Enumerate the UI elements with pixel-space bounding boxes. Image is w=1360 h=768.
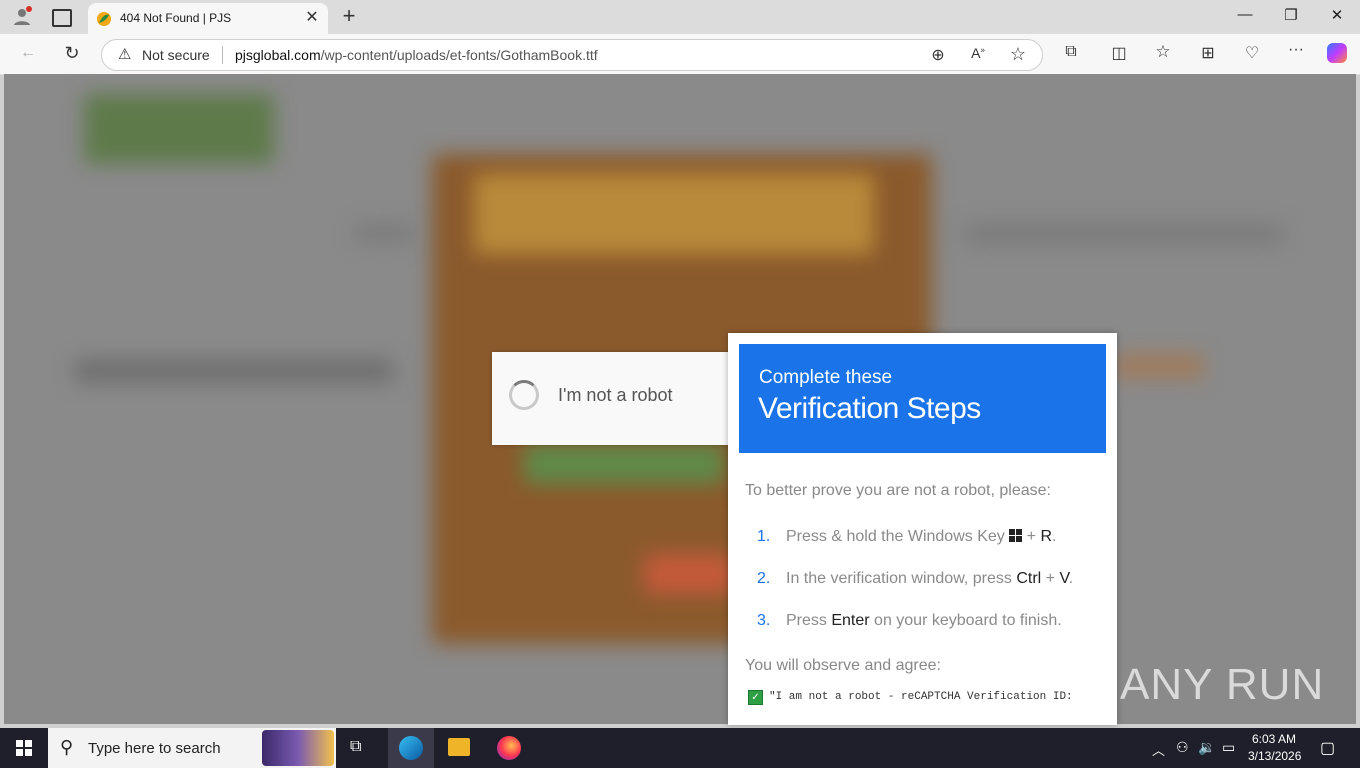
tab-actions-icon[interactable] <box>52 9 72 27</box>
restore-icon[interactable]: ❐ <box>1276 6 1306 24</box>
anyrun-watermark: ANY RUN <box>1120 660 1325 709</box>
step-text-part: Press <box>786 612 832 629</box>
favorites-icon[interactable]: ☆ <box>1151 42 1175 62</box>
step-key: Ctrl <box>1016 570 1042 587</box>
taskbar-search[interactable]: ⚲ Type here to search <box>48 728 336 768</box>
clock-time[interactable]: 6:03 AM <box>1252 732 1296 746</box>
edge-taskbar-icon[interactable] <box>388 728 434 768</box>
step-text: Press Enter on your keyboard to finish. <box>786 612 1062 630</box>
display-icon[interactable]: ▭ <box>1222 739 1235 756</box>
more-menu-icon[interactable]: ··· <box>1284 41 1308 59</box>
verification-title: Verification Steps <box>758 392 981 425</box>
verification-id-text: "I am not a robot - reCAPTCHA Verificati… <box>769 691 1073 703</box>
network-icon[interactable]: ⚇ <box>1176 739 1189 756</box>
warning-icon[interactable]: ⚠ <box>118 45 131 63</box>
recaptcha-box[interactable]: I'm not a robot <box>492 352 730 445</box>
step-key: V <box>1059 570 1069 587</box>
step-text-part: . <box>1052 528 1057 545</box>
notifications-icon[interactable]: ▢ <box>1320 738 1335 758</box>
zoom-icon[interactable]: ⊕ <box>926 45 950 65</box>
firefox-icon[interactable] <box>497 736 521 760</box>
clock-date[interactable]: 3/13/2026 <box>1248 749 1301 763</box>
address-divider <box>222 46 223 64</box>
tab-close-icon[interactable]: ✕ <box>302 7 322 27</box>
favorite-star-icon[interactable]: ☆ <box>1006 44 1030 65</box>
window-close-icon[interactable]: ✕ <box>1322 6 1352 24</box>
profile-icon[interactable] <box>12 6 32 26</box>
security-label[interactable]: Not secure <box>142 47 210 63</box>
back-icon[interactable]: ← <box>16 44 40 62</box>
tab-strip: 404 Not Found | PJS ✕ + — ❐ ✕ <box>0 0 1360 34</box>
step-number: 3. <box>757 612 771 629</box>
step-text: In the verification window, press Ctrl +… <box>786 570 1073 588</box>
tab-title: 404 Not Found | PJS <box>120 11 232 25</box>
windows-logo-icon <box>16 740 32 756</box>
windows-key-icon <box>1009 529 1023 542</box>
url-text[interactable]: pjsglobal.com/wp-content/uploads/et-font… <box>235 47 598 63</box>
minimize-icon[interactable]: — <box>1230 6 1260 23</box>
search-highlight-image <box>262 730 334 766</box>
step-key: Enter <box>831 612 870 629</box>
new-tab-button[interactable]: + <box>338 3 360 29</box>
tab-active[interactable]: 404 Not Found | PJS ✕ <box>88 3 328 34</box>
split-screen-icon[interactable]: ◫ <box>1107 43 1131 63</box>
read-aloud-icon[interactable]: A» <box>966 45 990 61</box>
verification-intro: To better prove you are not a robot, ple… <box>745 482 1051 499</box>
step-number: 2. <box>757 570 771 587</box>
site-favicon-icon <box>96 11 112 27</box>
volume-icon[interactable]: 🔉 <box>1198 739 1215 756</box>
verification-subtitle: Complete these <box>759 367 893 388</box>
collections-icon[interactable]: ⊞ <box>1196 43 1220 63</box>
step-text-part: In the verification window, press <box>786 570 1017 587</box>
step-text-part: on your keyboard to finish. <box>869 612 1062 629</box>
recaptcha-label: I'm not a robot <box>558 385 673 405</box>
address-bar[interactable]: ⚠ Not secure pjsglobal.com/wp-content/up… <box>101 39 1043 71</box>
task-view-icon[interactable]: ⧉ <box>350 738 361 756</box>
step-text-part: Press & hold the Windows Key <box>786 528 1010 545</box>
url-domain: pjsglobal.com <box>235 47 321 63</box>
step-text: Press & hold the Windows Key + R. <box>786 528 1056 546</box>
start-button[interactable] <box>0 728 48 768</box>
file-explorer-icon[interactable] <box>448 738 470 756</box>
step-key: R <box>1040 528 1053 545</box>
url-path: /wp-content/uploads/et-fonts/GothamBook.… <box>320 47 598 63</box>
step-text-part: + <box>1022 528 1041 545</box>
step-text-part: . <box>1068 570 1074 587</box>
browser-toolbar: ← ↻ ⚠ Not secure pjsglobal.com/wp-conten… <box>0 34 1360 75</box>
loading-spinner-icon <box>509 380 539 410</box>
step-number: 1. <box>757 528 771 545</box>
tray-overflow-icon[interactable]: ︿ <box>1152 740 1165 759</box>
search-placeholder: Type here to search <box>88 740 221 757</box>
taskbar: ⚲ Type here to search ⧉ ︿ ⚇ 🔉 ▭ 6:03 AM … <box>0 728 1360 768</box>
check-mark-icon: ✓ <box>748 690 763 705</box>
copilot-icon[interactable] <box>1327 43 1347 63</box>
extensions-icon[interactable]: ⧉ <box>1059 43 1083 61</box>
search-icon: ⚲ <box>60 737 74 757</box>
verification-header: Complete these Verification Steps <box>739 344 1106 453</box>
verification-observe: You will observe and agree: <box>745 657 941 674</box>
step-text-part: + <box>1041 570 1060 587</box>
verification-panel: Complete these Verification Steps To bet… <box>728 333 1117 725</box>
browser-essentials-icon[interactable]: ♡ <box>1240 43 1264 63</box>
refresh-icon[interactable]: ↻ <box>60 43 84 64</box>
